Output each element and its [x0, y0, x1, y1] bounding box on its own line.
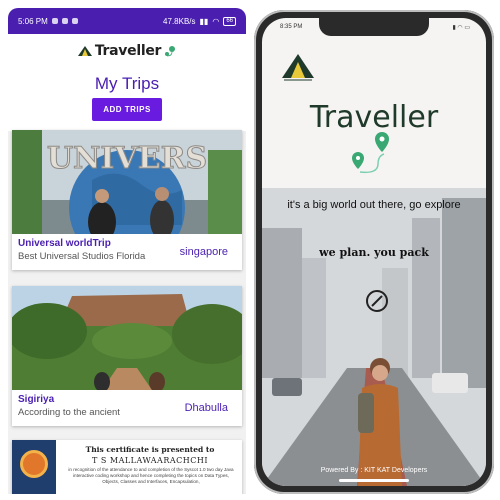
map-pin-icon — [165, 46, 176, 57]
universal-sign-text: UNIVERS — [47, 141, 207, 176]
status-time: 8:35 PM — [280, 24, 303, 30]
city-street-background — [262, 188, 486, 486]
notification-icon — [61, 18, 68, 24]
trip-image — [12, 286, 242, 390]
certificate-name: T S MALLAWAARACHCHI — [92, 456, 208, 465]
right-phone-mockup: 8:35 PM ▮ ◠ ▭ Traveller it's a big world… — [254, 10, 494, 494]
tent-logo-icon — [282, 54, 314, 81]
trip-card[interactable]: Sigiriya According to the ancient Dhabul… — [12, 286, 242, 426]
trip-image: UNIVERS — [12, 130, 242, 234]
compass-icon — [366, 290, 388, 312]
battery-icon: 66 — [223, 16, 236, 26]
home-indicator[interactable] — [339, 479, 409, 482]
certificate-badge-icon — [12, 440, 56, 494]
status-icons: ▮ ◠ ▭ — [452, 25, 470, 31]
slogan: we plan. you pack — [319, 246, 429, 259]
network-speed: 47.8KB/s — [163, 16, 196, 26]
trip-location: Dhabulla — [184, 402, 228, 414]
app-logo-text: Traveller — [94, 43, 162, 59]
notification-icon — [51, 18, 58, 24]
trip-location: singapore — [179, 246, 228, 258]
left-phone-screen: 5:06 PM 47.8KB/s ▮▮ ◠ 66 Traveller My Tr… — [8, 8, 246, 494]
tagline: it's a big world out there, go explore — [287, 199, 461, 211]
app-header: Traveller — [8, 34, 246, 68]
tent-logo-icon — [77, 46, 92, 56]
status-time: 5:06 PM — [18, 16, 48, 26]
phone-notch — [319, 18, 429, 36]
powered-by-footer: Powered By : KIT KAT Developers — [320, 467, 428, 474]
certificate-body: in recognition of the attendance to and … — [68, 467, 234, 484]
trip-card[interactable]: UNIVERS Universal worldTrip Best Univers… — [12, 130, 242, 270]
notification-icon — [71, 18, 78, 24]
certificate-card[interactable]: This certificate is presented to T S MAL… — [12, 440, 242, 494]
splash-screen: 8:35 PM ▮ ◠ ▭ Traveller it's a big world… — [262, 18, 486, 486]
status-bar: 5:06 PM 47.8KB/s ▮▮ ◠ 66 — [8, 8, 246, 34]
trips-header: My Trips ADD TRIPS — [8, 68, 246, 131]
certificate-title: This certificate is presented to — [85, 445, 215, 454]
page-title: My Trips — [94, 74, 160, 93]
map-pins-icon — [352, 132, 389, 174]
signal-icon: ▮▮ — [199, 16, 209, 26]
wifi-icon: ◠ — [212, 16, 220, 26]
trip-info: Universal worldTrip Best Universal Studi… — [12, 234, 242, 270]
trip-info: Sigiriya According to the ancient Dhabul… — [12, 390, 242, 426]
add-trips-button[interactable]: ADD TRIPS — [92, 98, 162, 121]
